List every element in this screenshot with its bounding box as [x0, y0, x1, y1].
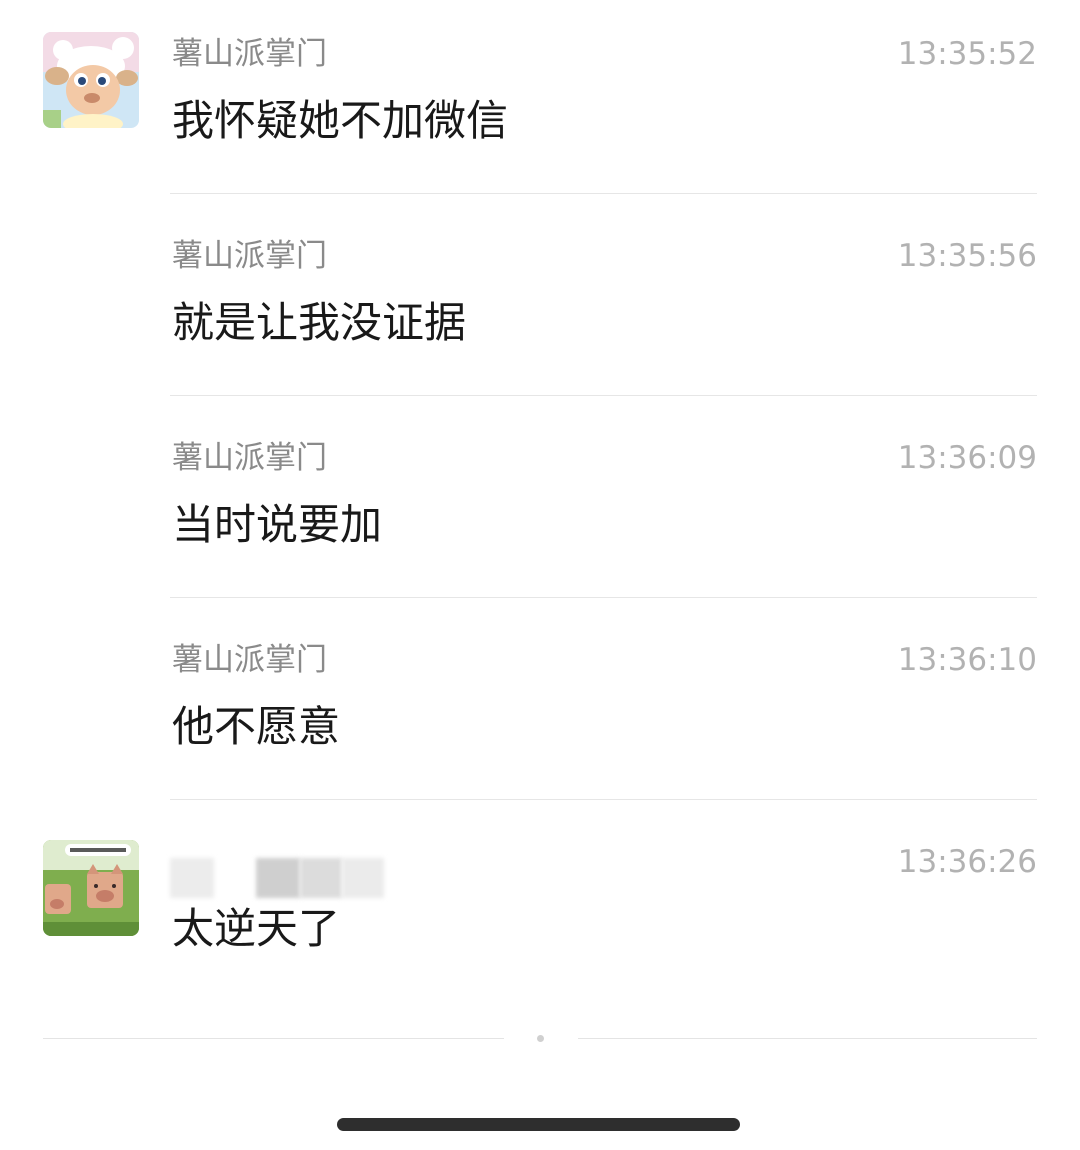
sender-name: 薯山派掌门	[172, 642, 327, 678]
message-text: 就是让我没证据	[172, 298, 467, 347]
message-item[interactable]: 13:36:26 太逆天了	[0, 808, 1080, 1010]
pig-avatar-icon	[43, 840, 139, 936]
message-text: 太逆天了	[172, 904, 341, 953]
message-timestamp: 13:36:10	[897, 642, 1037, 678]
message-text: 我怀疑她不加微信	[172, 96, 509, 145]
message-text: 当时说要加	[172, 500, 383, 549]
message-item[interactable]: 薯山派掌门 13:35:56 就是让我没证据	[0, 202, 1080, 404]
blurred-sender-name	[170, 858, 384, 898]
pig-avatar[interactable]	[43, 840, 139, 936]
sender-name: 薯山派掌门	[172, 440, 327, 476]
divider	[170, 395, 1037, 396]
message-timestamp: 13:36:09	[897, 440, 1037, 476]
list-end-dot	[537, 1035, 544, 1042]
sheep-avatar[interactable]	[43, 32, 139, 128]
home-indicator[interactable]	[337, 1118, 740, 1131]
divider	[170, 799, 1037, 800]
sheep-avatar-icon	[43, 32, 139, 128]
message-timestamp: 13:35:52	[897, 36, 1037, 72]
message-timestamp: 13:35:56	[897, 238, 1037, 274]
message-item[interactable]: 薯山派掌门 13:36:10 他不愿意	[0, 606, 1080, 808]
message-text: 他不愿意	[172, 702, 341, 751]
message-item[interactable]: 薯山派掌门 13:35:52 我怀疑她不加微信	[0, 0, 1080, 202]
sender-name: 薯山派掌门	[172, 36, 327, 72]
divider	[170, 597, 1037, 598]
list-end-line-left	[43, 1038, 504, 1039]
divider	[170, 193, 1037, 194]
sender-name: 薯山派掌门	[172, 238, 327, 274]
message-item[interactable]: 薯山派掌门 13:36:09 当时说要加	[0, 404, 1080, 606]
list-end-line-right	[578, 1038, 1037, 1039]
message-timestamp: 13:36:26	[897, 844, 1037, 880]
